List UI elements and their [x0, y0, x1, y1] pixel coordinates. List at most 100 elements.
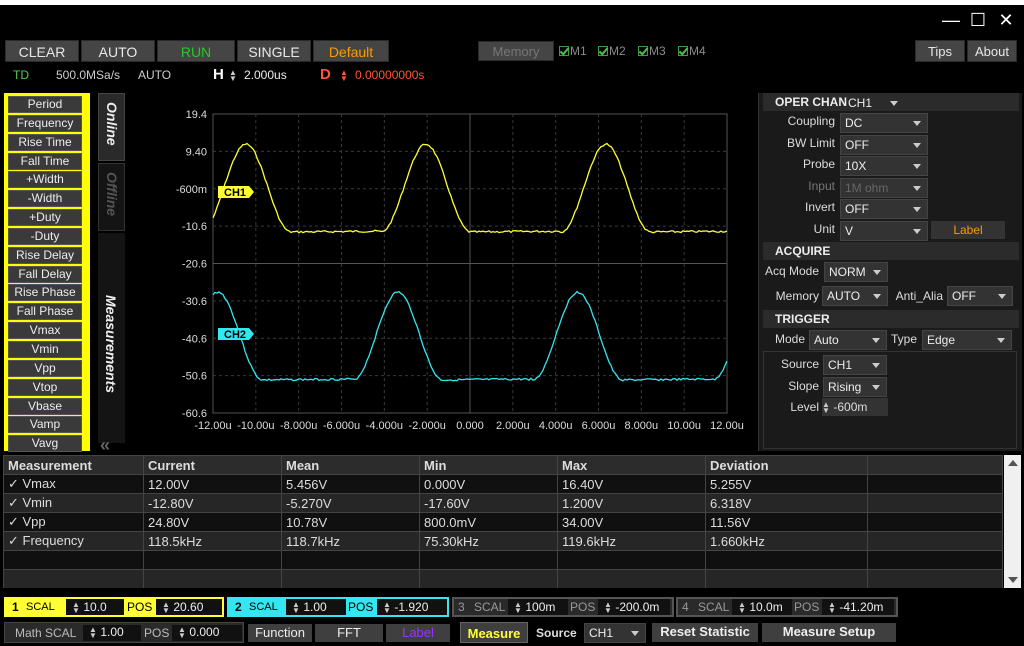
trigger-type-select[interactable]: Edge: [922, 330, 1012, 350]
measure-item[interactable]: -Width: [8, 190, 82, 208]
ch2-marker[interactable]: CH2: [218, 328, 254, 341]
tips-button[interactable]: Tips: [915, 40, 965, 62]
measure-item[interactable]: Vmax: [8, 322, 82, 340]
table-cell: [3, 550, 144, 570]
m3-checkbox[interactable]: M3: [638, 41, 666, 61]
trigger-source-select[interactable]: CH1: [823, 355, 887, 375]
run-button[interactable]: RUN: [157, 40, 235, 62]
scroll-down-icon[interactable]: [1008, 577, 1018, 583]
trigger-header: TRIGGER: [763, 310, 1019, 328]
measure-item[interactable]: +Width: [8, 171, 82, 189]
auto-button[interactable]: AUTO: [81, 40, 155, 62]
ch3-pos-spinner[interactable]: ▲ ▼ -200.0m: [598, 599, 670, 615]
anti-alias-select[interactable]: OFF: [947, 286, 1013, 306]
x-tick-label: -10.00u: [237, 420, 274, 432]
ch4-pos-spinner[interactable]: ▲ ▼ -41.20m: [822, 599, 894, 615]
tab-online[interactable]: Online: [98, 93, 125, 161]
m1-checkbox[interactable]: M1: [559, 41, 587, 61]
clear-button[interactable]: CLEAR: [5, 40, 79, 62]
memory-select[interactable]: AUTO: [822, 286, 888, 306]
measure-item[interactable]: Vmin: [8, 340, 82, 358]
table-row[interactable]: ✓ Vpp 24.80V 10.78V 800.0mV 34.00V 11.56V: [3, 512, 1003, 532]
d-spinner[interactable]: ▲ ▼: [340, 68, 348, 82]
acquire-header: ACQUIRE: [763, 242, 1019, 260]
unit-select[interactable]: V: [840, 221, 928, 241]
table-scrollbar[interactable]: [1004, 455, 1021, 588]
measure-item[interactable]: Vamp: [8, 416, 82, 434]
measure-button[interactable]: Measure: [460, 622, 528, 643]
acq-mode-select[interactable]: NORM: [824, 262, 888, 282]
math-scal-spinner[interactable]: ▲ ▼ 1.00: [83, 625, 141, 641]
oper-chan-select[interactable]: CH1: [844, 94, 904, 111]
maximize-icon[interactable]: ☐: [967, 10, 989, 30]
measure-source-select[interactable]: CH1: [584, 623, 646, 643]
table-header[interactable]: Deviation: [705, 455, 868, 475]
table-header[interactable]: Measurement: [3, 455, 144, 475]
bw-limit-select[interactable]: OFF: [840, 135, 928, 155]
table-header[interactable]: Mean: [281, 455, 420, 475]
measure-item[interactable]: Vbase: [8, 397, 82, 415]
table-row[interactable]: ✓ Vmax 12.00V 5.456V 0.000V 16.40V 5.255V: [3, 474, 1003, 494]
trigger-mode-select[interactable]: Auto: [809, 330, 887, 350]
h-spinner[interactable]: ▲ ▼: [229, 68, 237, 82]
label-button[interactable]: Label: [931, 221, 1005, 239]
measure-item[interactable]: Period: [8, 96, 82, 113]
ch1-pos-spinner[interactable]: ▲ ▼ 20.60: [156, 599, 222, 615]
table-header[interactable]: Current: [143, 455, 282, 475]
single-button[interactable]: SINGLE: [237, 40, 311, 62]
ch2-scal-spinner[interactable]: ▲ ▼ 1.00: [286, 599, 346, 615]
default-button[interactable]: Default: [313, 40, 389, 62]
slope-label: Slope: [788, 379, 819, 393]
tab-measurements[interactable]: Measurements: [98, 233, 125, 443]
ch1-scal-spinner[interactable]: ▲ ▼ 10.0: [66, 599, 124, 615]
measure-item[interactable]: Fall Time: [8, 152, 82, 170]
measure-item[interactable]: Fall Phase: [8, 303, 82, 321]
ch2-pos-spinner[interactable]: ▲ ▼ -1.920: [377, 599, 447, 615]
measure-item[interactable]: Rise Time: [8, 133, 82, 151]
function-button[interactable]: Function: [248, 624, 312, 642]
measure-item[interactable]: +Duty: [8, 209, 82, 227]
m4-checkbox[interactable]: M4: [678, 41, 706, 61]
d-value[interactable]: 0.00000000s: [355, 68, 424, 82]
table-row[interactable]: ✓ Vmin -12.80V -5.270V -17.60V 1.200V 6.318V: [3, 493, 1003, 513]
tab-offline[interactable]: Offline: [98, 163, 125, 231]
math-pos-label: POS: [144, 626, 170, 640]
table-header[interactable]: Min: [419, 455, 558, 475]
x-tick-label: -2.000u: [409, 420, 446, 432]
coupling-select[interactable]: DC: [840, 113, 928, 133]
probe-select[interactable]: 10X: [840, 156, 928, 176]
level-spinner[interactable]: ▲ ▼ -600m: [822, 398, 888, 416]
measure-item[interactable]: Vavg: [8, 435, 82, 453]
table-cell: 16.40V: [557, 474, 706, 494]
close-icon[interactable]: ✕: [995, 10, 1017, 30]
x-tick-label: 2.000u: [496, 420, 530, 432]
measure-item[interactable]: Vpp: [8, 359, 82, 377]
ch3-scal-spinner[interactable]: ▲ ▼ 100m: [508, 599, 568, 615]
spinner-arrows-icon: ▲ ▼: [340, 67, 348, 83]
scroll-up-icon[interactable]: [1008, 460, 1018, 466]
slope-select[interactable]: Rising: [823, 377, 887, 397]
measure-item[interactable]: Frequency: [8, 114, 82, 132]
collapse-icon[interactable]: «: [100, 435, 110, 456]
about-button[interactable]: About: [967, 40, 1017, 62]
memory-button[interactable]: Memory: [478, 41, 554, 61]
m2-checkbox[interactable]: M2: [598, 41, 626, 61]
reset-statistic-button[interactable]: Reset Statistic: [652, 623, 758, 642]
ch4-scal-spinner[interactable]: ▲ ▼ 10.0m: [732, 599, 792, 615]
fft-button[interactable]: FFT: [315, 624, 383, 642]
measure-setup-button[interactable]: Measure Setup: [762, 623, 896, 642]
math-label-button[interactable]: Label: [386, 624, 450, 642]
minimize-icon[interactable]: —: [940, 10, 962, 30]
math-pos-spinner[interactable]: ▲ ▼ 0.000: [172, 625, 242, 641]
measure-item[interactable]: Rise Delay: [8, 246, 82, 264]
measure-item[interactable]: Rise Phase: [8, 284, 82, 302]
measure-item[interactable]: Fall Delay: [8, 265, 82, 283]
table-row[interactable]: ✓ Frequency 118.5kHz 118.7kHz 75.30kHz 119.6…: [3, 531, 1003, 551]
measure-item[interactable]: -Duty: [8, 227, 82, 245]
measure-item[interactable]: Vtop: [8, 378, 82, 396]
ch1-marker[interactable]: CH1: [218, 186, 254, 199]
table-cell: 34.00V: [557, 512, 706, 532]
table-header[interactable]: Max: [557, 455, 706, 475]
h-value[interactable]: 2.000us: [244, 68, 287, 82]
invert-select[interactable]: OFF: [840, 199, 928, 219]
